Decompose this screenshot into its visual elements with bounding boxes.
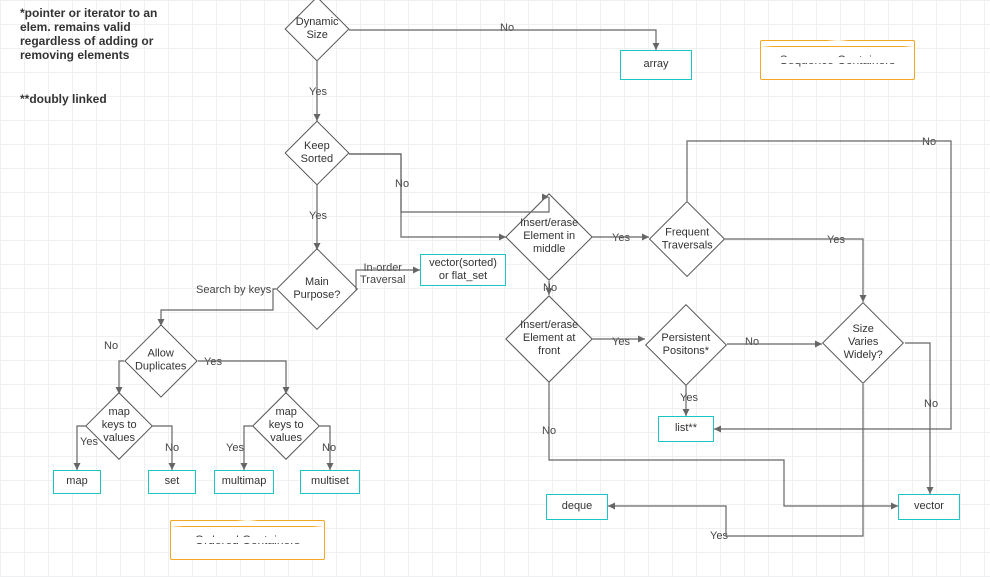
- label-search-by-keys: Search by keys: [196, 284, 271, 296]
- label-yes: Yes: [309, 86, 327, 98]
- terminal-multiset: multiset: [300, 470, 360, 494]
- decision-insert-middle: Insert/erase Element in middle: [505, 193, 593, 281]
- decision-map-keys-right: map keys to values: [252, 392, 320, 460]
- decision-allow-duplicates: Allow Duplicates: [124, 324, 198, 398]
- decision-dynamic-size: Dynamic Size: [284, 0, 349, 62]
- label-yes: Yes: [827, 234, 845, 246]
- decision-main-purpose: Main Purpose?: [276, 248, 358, 330]
- label-yes: Yes: [226, 442, 244, 454]
- terminal-vector: vector: [898, 494, 960, 520]
- footnote-1: *pointer or iterator to an elem. remains…: [20, 6, 157, 62]
- terminal-deque: deque: [546, 494, 608, 520]
- terminal-vector-sorted: vector(sorted) or flat_set: [420, 254, 506, 286]
- label-yes: Yes: [612, 336, 630, 348]
- label-no: No: [165, 442, 179, 454]
- label-no: No: [500, 22, 514, 34]
- label-no: No: [542, 425, 556, 437]
- footnote-2: **doubly linked: [20, 92, 107, 106]
- terminal-array: array: [620, 50, 692, 80]
- label-no: No: [322, 442, 336, 454]
- decision-size-varies: Size Varies Widely?: [822, 302, 904, 384]
- label-yes: Yes: [204, 356, 222, 368]
- label-in-order-traversal: In-order Traversal: [360, 262, 405, 286]
- label-no: No: [543, 282, 557, 294]
- decision-persistent-positions: Persistent Positons*: [645, 304, 727, 386]
- label-yes: Yes: [80, 436, 98, 448]
- label-yes: Yes: [680, 392, 698, 404]
- decision-map-keys-left: map keys to values: [85, 392, 153, 460]
- label-yes: Yes: [710, 530, 728, 542]
- terminal-multimap: multimap: [214, 470, 274, 494]
- label-no: No: [104, 340, 118, 352]
- label-no: No: [922, 136, 936, 148]
- banner-ordered: Ordered Containers: [170, 520, 325, 560]
- terminal-list: list**: [658, 416, 714, 442]
- label-yes: Yes: [309, 210, 327, 222]
- label-no: No: [395, 178, 409, 190]
- terminal-set: set: [148, 470, 196, 494]
- decision-frequent-traversals: Frequent Traversals: [649, 201, 725, 277]
- terminal-map: map: [53, 470, 101, 494]
- label-yes: Yes: [612, 232, 630, 244]
- label-no: No: [745, 336, 759, 348]
- decision-keep-sorted: Keep Sorted: [284, 120, 349, 185]
- label-no: No: [924, 398, 938, 410]
- diagram-canvas: *pointer or iterator to an elem. remains…: [0, 0, 990, 577]
- decision-insert-front: Insert/erase Element at front: [505, 295, 593, 383]
- banner-sequence: Sequence Containers: [760, 40, 915, 80]
